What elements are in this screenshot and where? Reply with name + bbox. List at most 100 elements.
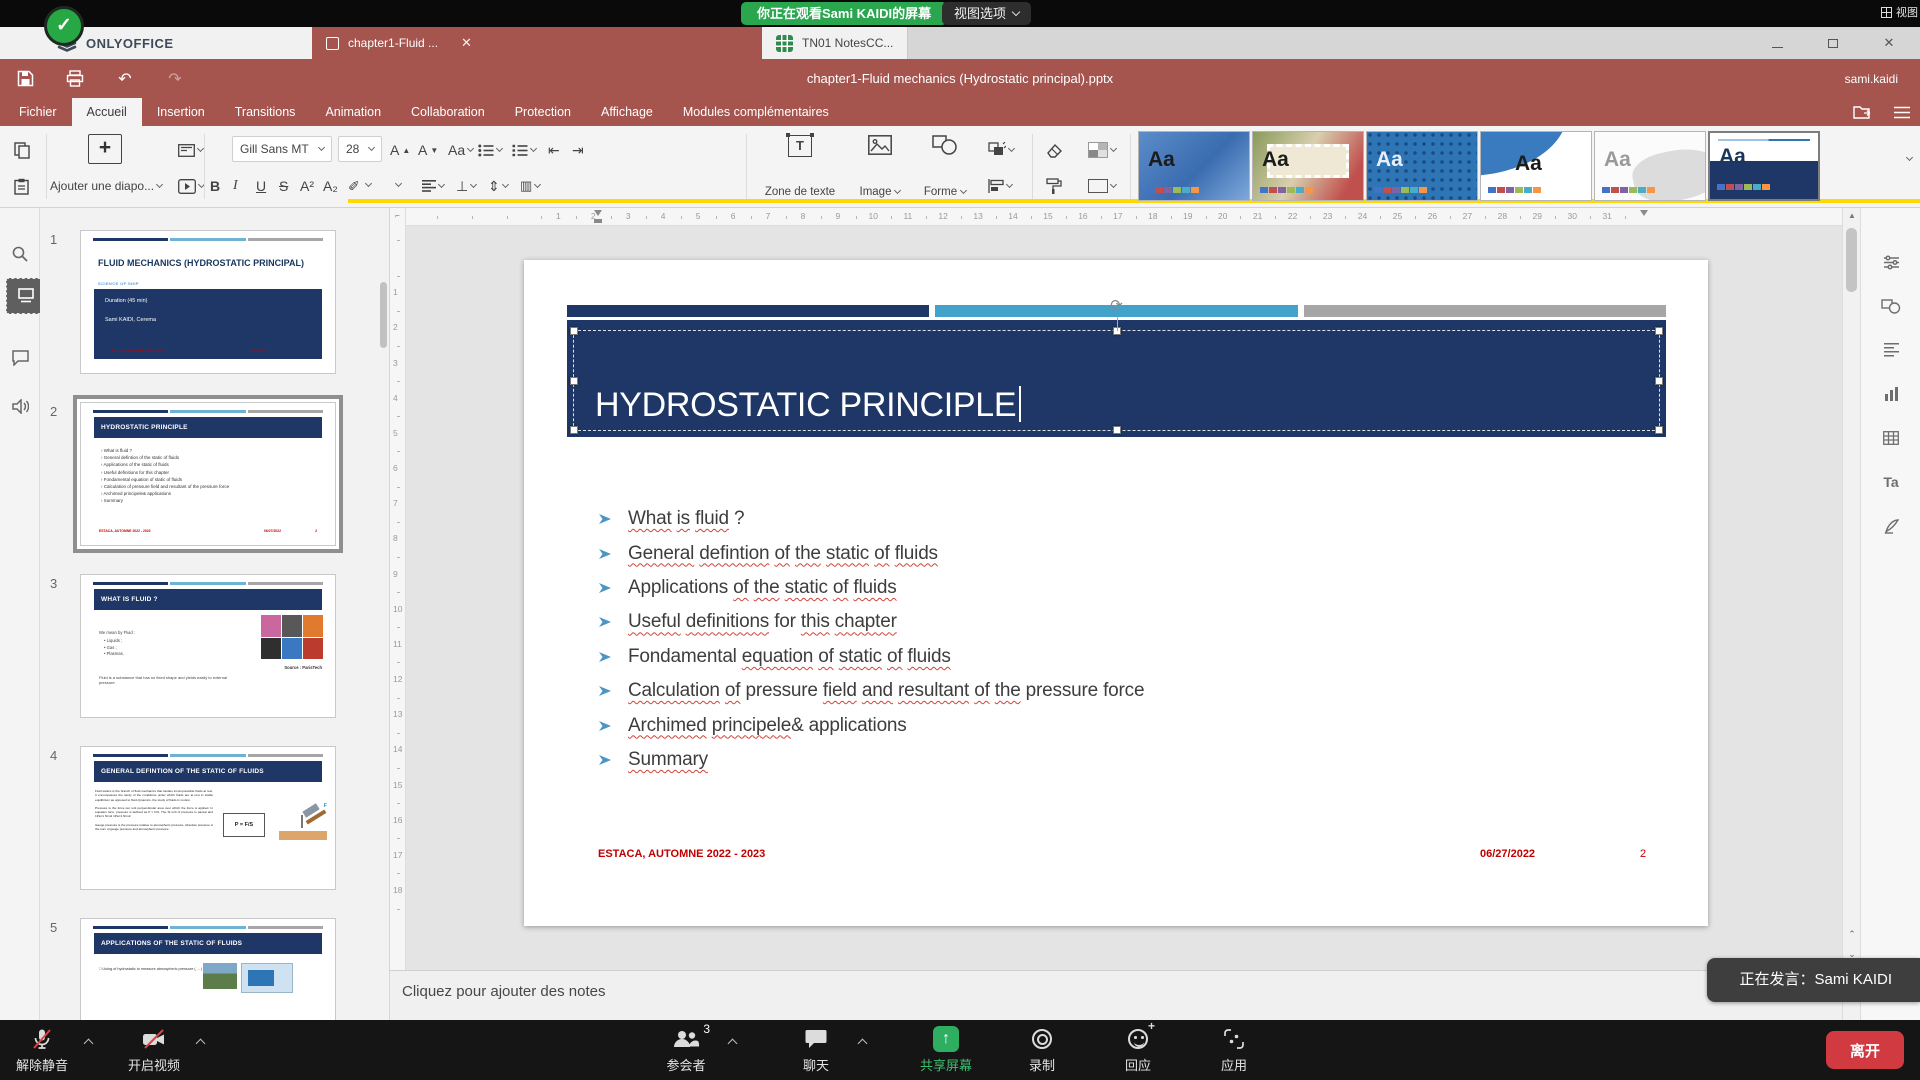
previous-slide-button[interactable]: ⌃: [1844, 924, 1860, 944]
print-button[interactable]: [50, 70, 100, 87]
undo-button[interactable]: ↶: [100, 69, 150, 89]
chat-button[interactable]: 聊天: [788, 1026, 844, 1074]
paragraph-settings-icon[interactable]: [1861, 330, 1920, 370]
scrollbar-thumb[interactable]: [1846, 228, 1857, 292]
share-screen-button[interactable]: ↑ 共享屏幕: [918, 1026, 974, 1074]
slide-thumbnail-4[interactable]: GENERAL DEFINTION OF THE STATIC OF FLUID…: [80, 746, 336, 890]
thumbnails-scrollbar[interactable]: [380, 282, 387, 348]
textart-settings-icon[interactable]: Ta: [1861, 462, 1920, 502]
font-size-select[interactable]: 28: [338, 136, 382, 162]
h-ruler[interactable]: 1234567891011121314151617181920212223242…: [390, 208, 1842, 226]
decrease-indent-button[interactable]: ⇤: [548, 136, 560, 164]
collapse-toolbar-icon[interactable]: [1894, 106, 1910, 119]
expand-themes-icon[interactable]: [1906, 154, 1913, 161]
slide-canvas[interactable]: ⟳ HYDROSTATIC PRINCIPLE What is fluid ?G…: [524, 260, 1708, 926]
notes-area[interactable]: Cliquez pour ajouter des notes: [390, 970, 1842, 1020]
eraser-button[interactable]: [1046, 136, 1063, 164]
selection-handle-top-right[interactable]: [1655, 327, 1663, 335]
theme-dotted-blue[interactable]: Aa: [1366, 131, 1478, 201]
tab-spreadsheet[interactable]: TN01 NotesCC...: [762, 27, 908, 59]
slide-thumbnail-2[interactable]: HYDROSTATIC PRINCIPLE› What is fluid ?› …: [80, 402, 336, 546]
rotation-handle-icon[interactable]: ⟳: [1108, 297, 1126, 315]
slide-settings-icon[interactable]: [1861, 242, 1920, 282]
shape-settings-icon[interactable]: [1861, 286, 1920, 326]
menu-item-modules-compl-mentaires[interactable]: Modules complémentaires: [668, 98, 844, 126]
restore-button[interactable]: [1820, 36, 1846, 51]
right-indent-marker[interactable]: [1640, 210, 1648, 216]
minimize-button[interactable]: [1764, 36, 1790, 51]
scroll-up-icon[interactable]: ▲: [1843, 211, 1861, 220]
line-spacing-button[interactable]: ⇕: [488, 172, 508, 200]
selection-handle-bottom-left[interactable]: [570, 426, 578, 434]
add-slide-button[interactable]: +: [88, 134, 122, 164]
columns-button[interactable]: ▥: [520, 172, 540, 200]
menu-item-accueil[interactable]: Accueil: [72, 98, 142, 126]
participants-button[interactable]: 3 参会者: [658, 1026, 714, 1074]
v-ruler[interactable]: 1123456789101112131415161718: [390, 226, 406, 970]
add-slide-label[interactable]: Ajouter une diapo...: [50, 172, 162, 200]
theme-blue-swoosh[interactable]: Aa: [1138, 131, 1250, 201]
slide-thumbnail-1[interactable]: FLUID MECHANICS (HYDROSTATIC PRINCIPAL)S…: [80, 230, 336, 374]
theme-navy-band[interactable]: Aa: [1708, 131, 1820, 201]
table-settings-icon[interactable]: [1861, 418, 1920, 458]
align-shape-button[interactable]: [988, 172, 1012, 200]
menu-item-affichage[interactable]: Affichage: [586, 98, 668, 126]
superscript-button[interactable]: A²: [300, 172, 320, 200]
paste-button[interactable]: [14, 172, 29, 200]
menu-item-insertion[interactable]: Insertion: [142, 98, 220, 126]
menu-item-protection[interactable]: Protection: [500, 98, 586, 126]
participants-caret[interactable]: [728, 1039, 738, 1049]
menu-item-transitions[interactable]: Transitions: [220, 98, 311, 126]
comments-icon[interactable]: [0, 340, 40, 376]
chat-caret[interactable]: [858, 1039, 868, 1049]
slide-thumbnail-5[interactable]: APPLICATIONS OF THE STATIC OF FLUIDS□ Us…: [80, 918, 336, 1020]
theme-corner-curve[interactable]: Aa: [1480, 131, 1592, 201]
insert-textbox-button[interactable]: T Zone de texte: [756, 132, 844, 201]
leave-meeting-button[interactable]: 离开: [1826, 1031, 1904, 1069]
slide-fill-button[interactable]: [1088, 136, 1116, 164]
record-button[interactable]: 录制: [1014, 1026, 1070, 1074]
selection-handle-top-left[interactable]: [570, 327, 578, 335]
menu-item-collaboration[interactable]: Collaboration: [396, 98, 500, 126]
theme-gray-abstract[interactable]: Aa: [1594, 131, 1706, 201]
insert-shape-button[interactable]: Forme: [914, 132, 976, 201]
paint-roller-button[interactable]: [1046, 172, 1062, 200]
change-case-button[interactable]: Aa: [448, 136, 473, 164]
subscript-button[interactable]: A₂: [323, 172, 343, 200]
chart-settings-icon[interactable]: [1861, 374, 1920, 414]
bold-button[interactable]: B: [210, 172, 230, 200]
start-slideshow-button[interactable]: [178, 172, 204, 200]
underline-button[interactable]: U: [256, 172, 276, 200]
strikethrough-button[interactable]: S: [279, 172, 299, 200]
increase-font-size-button[interactable]: A▲: [390, 136, 410, 164]
vertical-scrollbar[interactable]: ▲ ⌃ ⌄: [1842, 208, 1860, 1020]
close-window-button[interactable]: ✕: [1876, 35, 1902, 51]
arrange-shape-button[interactable]: [988, 136, 1014, 164]
font-name-select[interactable]: Gill Sans MT: [232, 136, 332, 162]
selection-handle-bottom-middle[interactable]: [1113, 426, 1121, 434]
insert-image-button[interactable]: Image: [850, 132, 910, 201]
selection-handle-bottom-right[interactable]: [1655, 426, 1663, 434]
italic-button[interactable]: I: [233, 172, 253, 200]
signature-settings-icon[interactable]: [1861, 506, 1920, 546]
selection-handle-middle-right[interactable]: [1655, 377, 1663, 385]
numbering-button[interactable]: [512, 136, 536, 164]
change-layout-button[interactable]: [178, 136, 203, 164]
save-button[interactable]: [0, 70, 50, 87]
decrease-font-size-button[interactable]: A▼: [418, 136, 438, 164]
menu-item-fichier[interactable]: Fichier: [4, 98, 72, 126]
vertical-align-button[interactable]: ⊥: [456, 172, 476, 200]
close-tab-icon[interactable]: ✕: [461, 35, 472, 51]
theme-vintage-paper[interactable]: Aa: [1252, 131, 1364, 201]
search-icon[interactable]: [0, 236, 40, 272]
view-options-button[interactable]: 视图选项: [942, 2, 1031, 25]
zoom-view-button[interactable]: 视图: [1881, 4, 1918, 20]
slide-bullet-list[interactable]: What is fluid ?General defintion of the …: [598, 502, 1144, 777]
slide-thumbnail-3[interactable]: WHAT IS FLUID ?We mean by Fluid :• Liqui…: [80, 574, 336, 718]
redo-button[interactable]: ↷: [150, 69, 200, 89]
slide-title-textbox[interactable]: ⟳ HYDROSTATIC PRINCIPLE: [567, 320, 1666, 437]
menu-item-animation[interactable]: Animation: [310, 98, 396, 126]
selection-handle-middle-left[interactable]: [570, 377, 578, 385]
open-file-location-icon[interactable]: [1853, 105, 1872, 120]
apps-button[interactable]: 应用: [1206, 1026, 1262, 1074]
